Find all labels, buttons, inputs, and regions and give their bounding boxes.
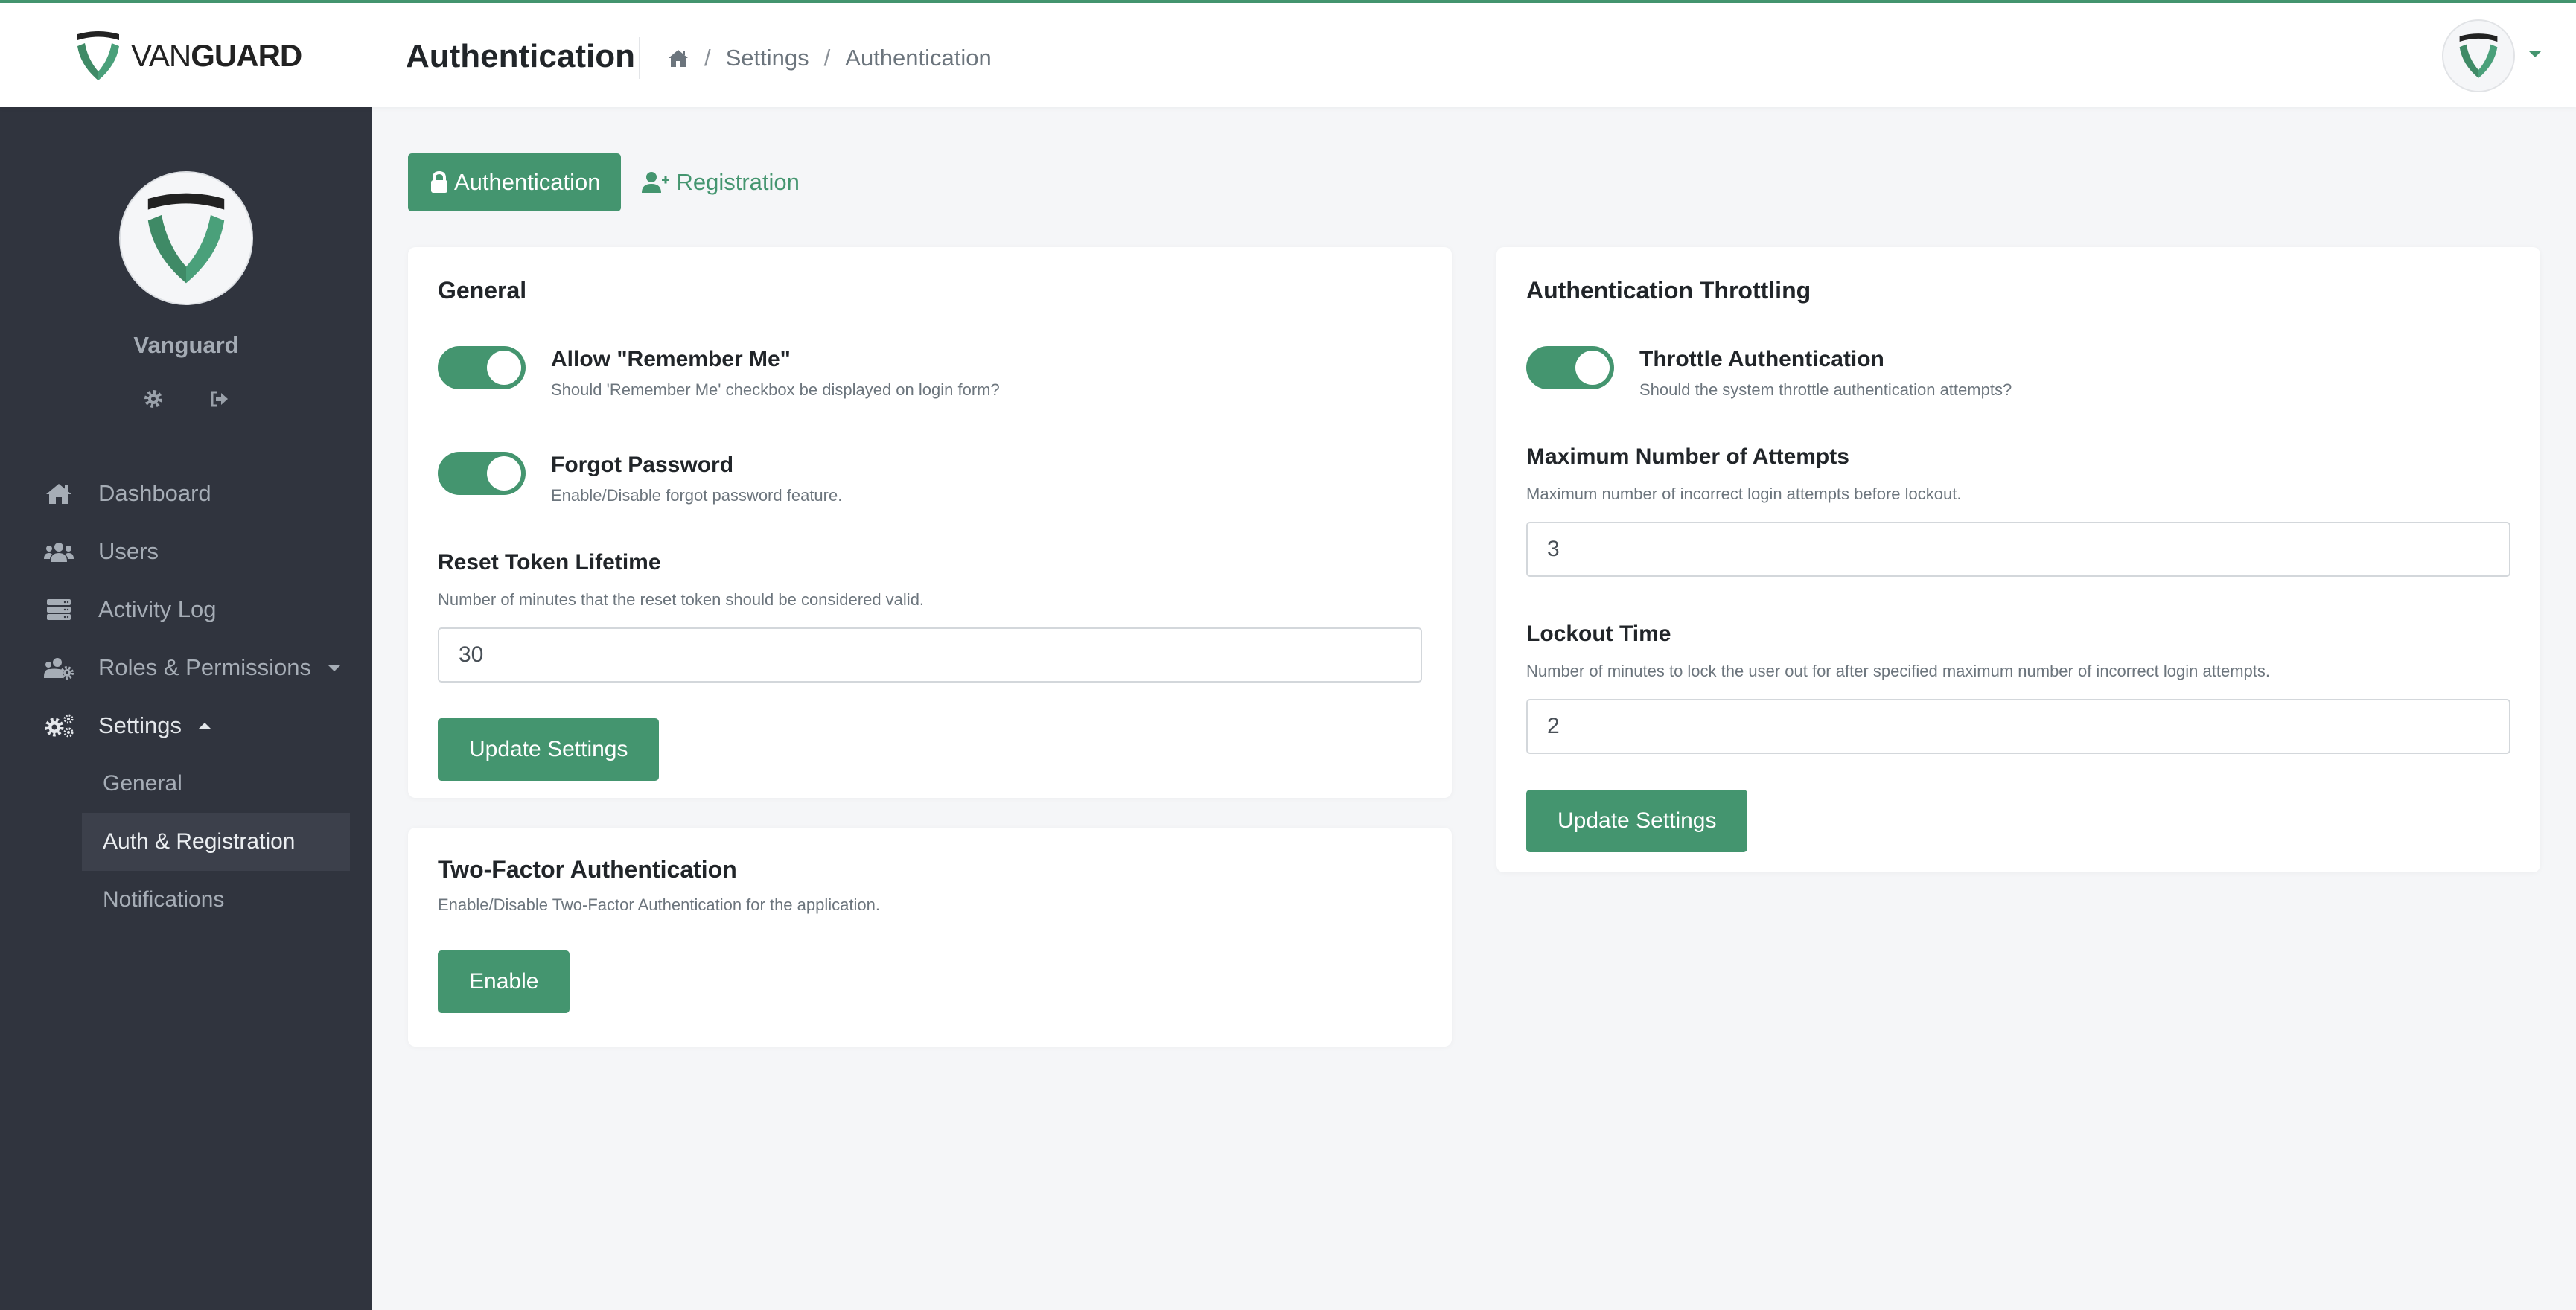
toggle-description: Enable/Disable forgot password feature. <box>551 486 843 505</box>
toggle-description: Should 'Remember Me' checkbox be display… <box>551 380 1000 399</box>
field-label: Maximum Number of Attempts <box>1526 444 1849 469</box>
reset-token-lifetime-input[interactable] <box>438 627 1422 683</box>
general-settings-card: General Allow "Remember Me" Should 'Reme… <box>408 247 1452 798</box>
chevron-down-icon <box>327 664 341 671</box>
breadcrumb-separator: / <box>823 45 831 71</box>
breadcrumb: / Settings / Authentication <box>667 39 992 77</box>
sign-out-icon <box>211 391 228 407</box>
field-help: Number of minutes to lock the user out f… <box>1526 662 2270 680</box>
sidebar-item-users[interactable]: Users <box>0 523 372 581</box>
sidebar-item-activity-log[interactable]: Activity Log <box>0 581 372 639</box>
tab-registration[interactable]: Registration <box>621 153 820 211</box>
card-title: Two-Factor Authentication <box>438 856 737 883</box>
tab-authentication[interactable]: Authentication <box>408 153 622 211</box>
user-avatar-button[interactable] <box>2442 19 2515 92</box>
two-factor-card: Two-Factor Authentication Enable/Disable… <box>408 828 1452 1047</box>
profile-name[interactable]: Vanguard <box>0 332 372 359</box>
tab-label: Registration <box>676 169 800 195</box>
sidebar-item-dashboard[interactable]: Dashboard <box>0 464 372 523</box>
enable-2fa-button[interactable]: Enable <box>438 950 570 1013</box>
shield-logo-icon <box>74 30 122 82</box>
sidebar-item-settings[interactable]: Settings <box>0 697 372 755</box>
profile-settings-button[interactable] <box>143 389 164 409</box>
field-help: Number of minutes that the reset token s… <box>438 590 925 609</box>
throttle-setting: Throttle Authentication Should the syste… <box>1526 346 2510 400</box>
update-settings-button[interactable]: Update Settings <box>438 718 660 781</box>
remember-me-toggle[interactable] <box>438 346 526 389</box>
sidebar-item-label: Settings <box>98 712 182 738</box>
users-cog-icon <box>44 658 74 680</box>
card-title: Authentication Throttling <box>1526 277 1811 304</box>
remember-me-setting: Allow "Remember Me" Should 'Remember Me'… <box>438 346 1422 400</box>
breadcrumb-separator: / <box>704 45 711 71</box>
settings-subnav: General Auth & Registration Notification… <box>0 755 372 929</box>
sidebar-item-label: Activity Log <box>98 596 217 622</box>
field-help: Maximum number of incorrect login attemp… <box>1526 485 1962 503</box>
sidebar-item-roles-permissions[interactable]: Roles & Permissions <box>0 639 372 697</box>
breadcrumb-current: Authentication <box>845 45 992 71</box>
sidebar-item-label: Dashboard <box>98 480 211 506</box>
throttling-card: Authentication Throttling Throttle Authe… <box>1496 247 2540 872</box>
logout-button[interactable] <box>208 389 229 409</box>
field-label: Lockout Time <box>1526 622 1671 646</box>
home-icon <box>669 50 688 67</box>
cogs-icon <box>45 714 74 738</box>
tab-label: Authentication <box>454 169 601 195</box>
field-label: Reset Token Lifetime <box>438 550 661 575</box>
card-title: General <box>438 277 527 304</box>
max-attempts-input[interactable] <box>1526 522 2510 577</box>
brand-name-bold: GUARD <box>191 38 302 73</box>
toggle-label: Forgot Password <box>551 453 734 477</box>
update-settings-button[interactable]: Update Settings <box>1526 790 1748 852</box>
user-menu-caret-icon[interactable] <box>2528 51 2542 57</box>
server-icon <box>47 599 71 620</box>
sidebar-item-label: Roles & Permissions <box>98 654 311 680</box>
settings-tabs: Authentication Registration <box>408 153 820 211</box>
forgot-password-setting: Forgot Password Enable/Disable forgot pa… <box>438 452 1422 505</box>
brand-name-light: VAN <box>131 38 191 73</box>
chevron-up-icon <box>198 722 212 729</box>
profile-avatar[interactable] <box>119 171 253 305</box>
forgot-password-toggle[interactable] <box>438 452 526 495</box>
throttle-authentication-toggle[interactable] <box>1526 346 1614 389</box>
user-avatar-icon <box>2457 32 2500 80</box>
sidebar-subitem-auth-registration[interactable]: Auth & Registration <box>82 813 350 871</box>
toggle-label: Throttle Authentication <box>1639 347 1884 371</box>
breadcrumb-home-link[interactable] <box>667 47 689 69</box>
toggle-description: Should the system throttle authenticatio… <box>1639 380 2012 399</box>
sidebar: Vanguard Dashboard Users Activity Log Ro… <box>0 107 372 1310</box>
header-divider <box>639 37 640 79</box>
sidebar-subitem-notifications[interactable]: Notifications <box>82 871 350 929</box>
brand-logo[interactable]: VANGUARD <box>74 30 302 82</box>
sidebar-subitem-general[interactable]: General <box>82 755 350 813</box>
brand-name: VANGUARD <box>131 38 302 74</box>
profile-avatar-icon <box>142 191 230 286</box>
gear-icon <box>144 390 162 408</box>
toggle-label: Allow "Remember Me" <box>551 347 791 371</box>
card-description: Enable/Disable Two-Factor Authentication… <box>438 895 880 914</box>
breadcrumb-settings-link[interactable]: Settings <box>726 45 809 71</box>
top-header: VANGUARD Authentication / Settings / Aut… <box>0 3 2576 107</box>
lockout-time-input[interactable] <box>1526 699 2510 754</box>
sidebar-item-label: Users <box>98 538 159 564</box>
lock-icon <box>431 171 447 193</box>
sidebar-nav: Dashboard Users Activity Log Roles & Per… <box>0 464 372 929</box>
users-icon <box>44 543 74 562</box>
user-plus-icon <box>642 172 670 193</box>
home-icon <box>46 484 71 504</box>
profile-actions <box>0 389 372 409</box>
page-title: Authentication <box>406 38 635 74</box>
